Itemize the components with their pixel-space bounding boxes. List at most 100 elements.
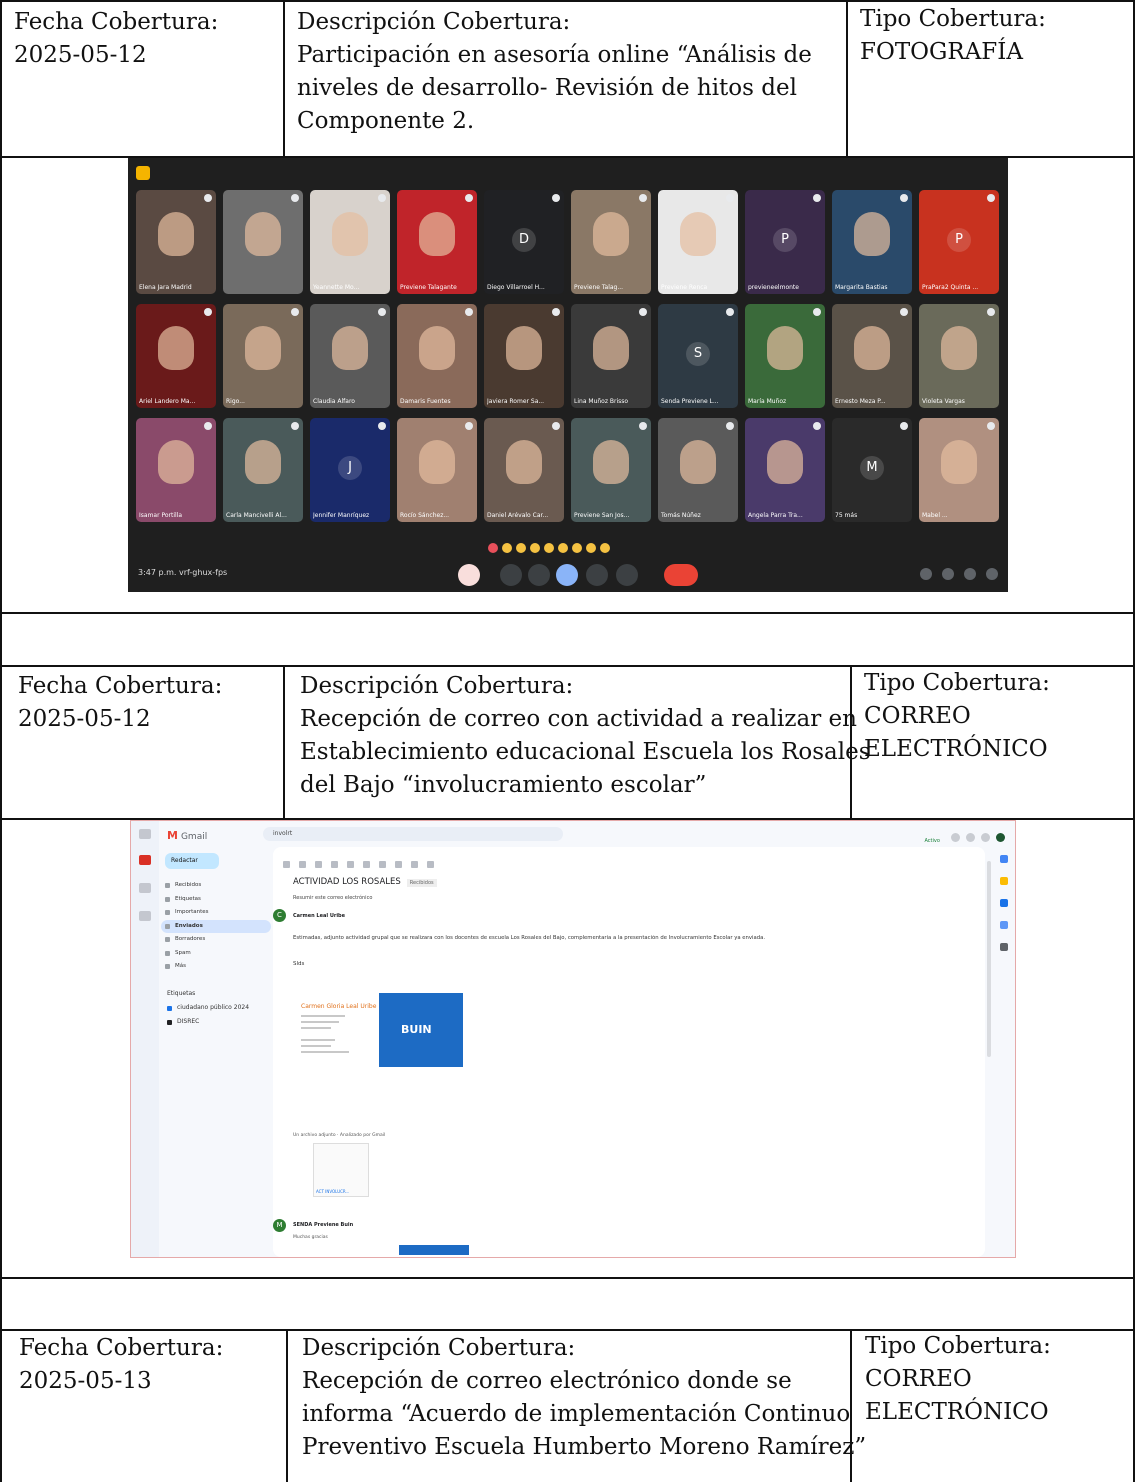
mic-off-icon[interactable] (458, 564, 480, 586)
avatar[interactable] (996, 833, 1005, 842)
fecha-label: Fecha Cobertura: (19, 1335, 224, 1361)
fecha-label: Fecha Cobertura: (18, 673, 223, 699)
participant-tile[interactable]: Lina Muñoz Brisso (571, 304, 651, 408)
emoji-icon[interactable] (556, 564, 578, 586)
participant-tile[interactable]: Elena Jara Madrid (136, 190, 216, 294)
people-icon[interactable] (942, 568, 954, 580)
compose-button[interactable]: Redactar (165, 853, 219, 869)
calendar-icon[interactable] (1000, 855, 1008, 863)
keep-icon[interactable] (1000, 877, 1008, 885)
participant-tile[interactable]: Yeannette Mo... (310, 190, 390, 294)
participant-tile[interactable]: Pprevieneelmonte (745, 190, 825, 294)
label-item[interactable]: ciudadano público 2024 (167, 1001, 249, 1015)
nav-item[interactable]: Spam (161, 947, 271, 961)
help-icon[interactable] (951, 833, 960, 842)
participant-grid: Elena Jara Madrid Yeannette Mo... Previene… (136, 190, 1000, 528)
participant-video (419, 440, 455, 484)
info-icon[interactable] (920, 568, 932, 580)
attachment-name: ACT INVOLUCR... (316, 1189, 350, 1194)
label-item[interactable]: DISREC (167, 1015, 249, 1029)
participant-tile[interactable]: María Muñoz (745, 304, 825, 408)
meeting-time-code: 3:47 p.m. vrf-ghux-fps (138, 568, 228, 577)
participant-tile[interactable]: Margarita Bastias (832, 190, 912, 294)
label-icon (167, 1020, 172, 1025)
nav-item[interactable]: Importantes (161, 906, 271, 920)
label-icon (167, 1006, 172, 1011)
participant-tile[interactable]: Rocío Sánchez... (397, 418, 477, 522)
descripcion-line: informa “Acuerdo de implementación Conti… (302, 1401, 851, 1427)
summarize-button[interactable]: Resumir este correo electrónico (293, 895, 372, 901)
message-toolbar (283, 853, 443, 872)
apps-icon[interactable] (981, 833, 990, 842)
participant-tile[interactable]: Carla Mancivelli Al... (223, 418, 303, 522)
nav-item[interactable]: Borradores (161, 933, 271, 947)
participant-tile[interactable]: Previene Renca (658, 190, 738, 294)
mic-status-icon (204, 308, 212, 316)
participant-tile[interactable]: Mabel ... (919, 418, 999, 522)
participant-tile[interactable]: Ernesto Meza P... (832, 304, 912, 408)
delete-icon[interactable] (331, 861, 338, 868)
nav-item[interactable]: Etiquetas (161, 893, 271, 907)
present-icon[interactable] (586, 564, 608, 586)
participant-tile[interactable]: P PraPara2 Quinta ... (919, 190, 999, 294)
participant-tile[interactable]: Ariel Landero Ma... (136, 304, 216, 408)
move-icon[interactable] (395, 861, 402, 868)
tipo-cell: Tipo Cobertura: CORREO ELECTRÓNICO (865, 1330, 1051, 1429)
participant-tile[interactable]: Angela Parra Tra... (745, 418, 825, 522)
participant-tile[interactable]: Isamar Portilla (136, 418, 216, 522)
tasks-icon[interactable] (1000, 899, 1008, 907)
report-icon[interactable] (315, 861, 322, 868)
participant-name: Angela Parra Tra... (748, 512, 803, 519)
activities-icon[interactable] (986, 568, 998, 580)
back-icon[interactable] (283, 861, 290, 868)
menu-icon[interactable] (139, 829, 151, 839)
participant-tile[interactable]: Damaris Fuentes (397, 304, 477, 408)
captions-icon[interactable] (528, 564, 550, 586)
nav-item[interactable]: Más (161, 960, 271, 974)
unread-icon[interactable] (347, 861, 354, 868)
contacts-icon[interactable] (1000, 921, 1008, 929)
buin-banner: BUIN (379, 993, 463, 1067)
add-icon[interactable] (1000, 943, 1008, 951)
camera-icon[interactable] (500, 564, 522, 586)
participant-video (593, 212, 629, 256)
label-icon[interactable] (411, 861, 418, 868)
participant-tile[interactable]: S Senda Previene L... (658, 304, 738, 408)
scrollbar[interactable] (987, 861, 991, 1057)
attachment-card[interactable]: ACT INVOLUCR... (313, 1143, 369, 1197)
meet-icon[interactable] (139, 911, 151, 921)
snooze-icon[interactable] (363, 861, 370, 868)
participant-tile[interactable]: Javiera Romer Sa... (484, 304, 564, 408)
participant-tile[interactable]: M 75 más (832, 418, 912, 522)
nav-item[interactable]: Enviados (161, 919, 271, 933)
participant-tile[interactable] (223, 190, 303, 294)
mic-status-icon (552, 308, 560, 316)
mic-status-icon (291, 308, 299, 316)
participant-tile[interactable]: Violeta Vargas (919, 304, 999, 408)
status-badge[interactable]: Activo (924, 838, 939, 844)
chat-icon[interactable] (964, 568, 976, 580)
subject-tag[interactable]: Recibidos (406, 879, 437, 887)
chat-icon[interactable] (139, 883, 151, 893)
hang-up-button[interactable] (664, 564, 698, 586)
participant-tile[interactable]: Tomás Núñez (658, 418, 738, 522)
participant-name: Rigo... (226, 398, 245, 405)
mail-icon[interactable] (139, 855, 151, 865)
participant-tile[interactable]: J Jennifer Manríquez (310, 418, 390, 522)
more-icon[interactable] (427, 861, 434, 868)
mail-search-input[interactable]: involrt (263, 827, 563, 841)
participant-tile[interactable]: Previene Talag... (571, 190, 651, 294)
nav-item[interactable]: Recibidos (161, 879, 271, 893)
participant-tile[interactable]: Daniel Arévalo Car... (484, 418, 564, 522)
settings-icon[interactable] (966, 833, 975, 842)
participant-tile[interactable]: Previene San Jos... (571, 418, 651, 522)
participant-video (158, 212, 194, 256)
participant-tile[interactable]: Previene Talagante (397, 190, 477, 294)
participant-tile[interactable]: Claudia Alfaro (310, 304, 390, 408)
laugh-icon (544, 543, 554, 553)
archive-icon[interactable] (299, 861, 306, 868)
participant-tile[interactable]: Rigo... (223, 304, 303, 408)
raise-hand-icon[interactable] (616, 564, 638, 586)
task-icon[interactable] (379, 861, 386, 868)
participant-tile[interactable]: D Diego Villarroel H... (484, 190, 564, 294)
